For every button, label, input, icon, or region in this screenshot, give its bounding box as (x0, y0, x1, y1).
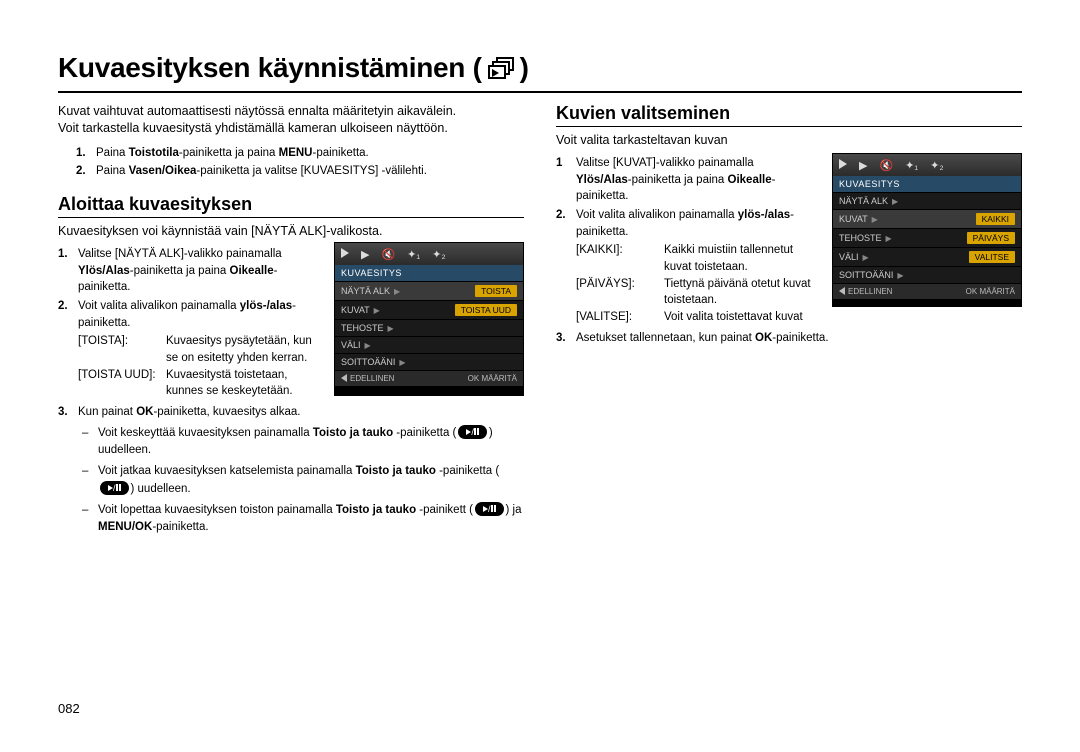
play-icon: ▶ (859, 159, 867, 172)
page-title: Kuvaesityksen käynnistäminen () (58, 52, 1022, 88)
title-suffix: ) (520, 52, 529, 83)
left-section-title: Aloittaa kuvaesityksen (58, 194, 524, 215)
left-section-divider (58, 217, 524, 218)
right-section-title: Kuvien valitseminen (556, 103, 1022, 124)
volume-icon: 🔇 (381, 248, 395, 261)
lcd-menu-header: KUVAESITYS (833, 176, 1021, 192)
right-column: Kuvien valitseminen Voit valita tarkaste… (556, 103, 1022, 540)
camera-lcd-screenshot: ▶ 🔇 ✦₁ ✦₂ KUVAESITYS NÄYTÄ ALK▶ KUVAT▶KA… (832, 153, 1022, 307)
lcd-row: SOITTOÄÄNI▶ (335, 353, 523, 370)
lcd-row: NÄYTÄ ALK▶ (833, 192, 1021, 209)
left-step3: 3. Kun painat OK-painiketta, kuvaesitys … (58, 404, 524, 421)
play-icon: ▶ (361, 248, 369, 261)
left-step-block: ▶ 🔇 ✦₁ ✦₂ KUVAESITYS NÄYTÄ ALK▶TOISTA KU… (58, 246, 524, 536)
camera-lcd-screenshot: ▶ 🔇 ✦₁ ✦₂ KUVAESITYS NÄYTÄ ALK▶TOISTA KU… (334, 242, 524, 396)
title-divider (58, 91, 1022, 93)
lcd-menu-header: KUVAESITYS (335, 265, 523, 281)
left-dash-list: –Voit keskeyttää kuvaesityksen painamall… (82, 425, 524, 537)
right-step-block: ▶ 🔇 ✦₁ ✦₂ KUVAESITYS NÄYTÄ ALK▶ KUVAT▶KA… (556, 155, 1022, 346)
play-pause-icon: / (100, 481, 129, 495)
right-section-desc: Voit valita tarkasteltavan kuvan (556, 133, 1022, 147)
prep-step-2: 2. Paina Vasen/Oikea-painiketta ja valit… (76, 163, 524, 180)
star2-icon: ✦₂ (930, 159, 944, 172)
left-definitions: [TOISTA]:Kuvaesitys pysäytetään, kun se … (78, 333, 314, 400)
lcd-row: TEHOSTE▶PÄIVÄYS (833, 228, 1021, 247)
play-pause-icon: / (475, 502, 504, 516)
right-step3: 3. Asetukset tallennetaan, kun painat OK… (556, 330, 1022, 347)
lcd-footer: EDELLINEN OK MÄÄRITÄ (335, 370, 523, 386)
left-column: Kuvat vaihtuvat automaattisesti näytössä… (58, 103, 524, 540)
prep-step-1: 1. Paina Toistotila-painiketta ja paina … (76, 145, 524, 162)
play-mode-icon (839, 159, 847, 172)
manual-page: Kuvaesityksen käynnistäminen () Kuvat va… (58, 52, 1022, 540)
play-pause-icon: / (458, 425, 487, 439)
lcd-row: KUVAT▶KAIKKI (833, 209, 1021, 228)
lcd-top-icons: ▶ 🔇 ✦₁ ✦₂ (833, 154, 1021, 176)
prep-steps: 1. Paina Toistotila-painiketta ja paina … (76, 145, 524, 180)
lcd-row: SOITTOÄÄNI▶ (833, 266, 1021, 283)
star2-icon: ✦₂ (432, 248, 446, 261)
lcd-top-icons: ▶ 🔇 ✦₁ ✦₂ (335, 243, 523, 265)
lcd-row: VÄLI▶VALITSE (833, 247, 1021, 266)
star1-icon: ✦₁ (407, 248, 420, 261)
star1-icon: ✦₁ (905, 159, 918, 172)
lcd-row: KUVAT▶TOISTA UUD (335, 300, 523, 319)
right-definitions: [KAIKKI]:Kaikki muistiin tallennetut kuv… (576, 242, 812, 325)
slideshow-icon (488, 56, 516, 88)
lcd-row: TEHOSTE▶ (335, 319, 523, 336)
lcd-row: VÄLI▶ (335, 336, 523, 353)
title-prefix: Kuvaesityksen käynnistäminen ( (58, 52, 482, 83)
left-section-desc: Kuvaesityksen voi käynnistää vain [NÄYTÄ… (58, 224, 524, 238)
volume-icon: 🔇 (879, 159, 893, 172)
play-mode-icon (341, 248, 349, 261)
page-number: 082 (58, 701, 80, 716)
right-section-divider (556, 126, 1022, 127)
lcd-row: NÄYTÄ ALK▶TOISTA (335, 281, 523, 300)
intro-text: Kuvat vaihtuvat automaattisesti näytössä… (58, 103, 524, 137)
lcd-footer: EDELLINEN OK MÄÄRITÄ (833, 283, 1021, 299)
